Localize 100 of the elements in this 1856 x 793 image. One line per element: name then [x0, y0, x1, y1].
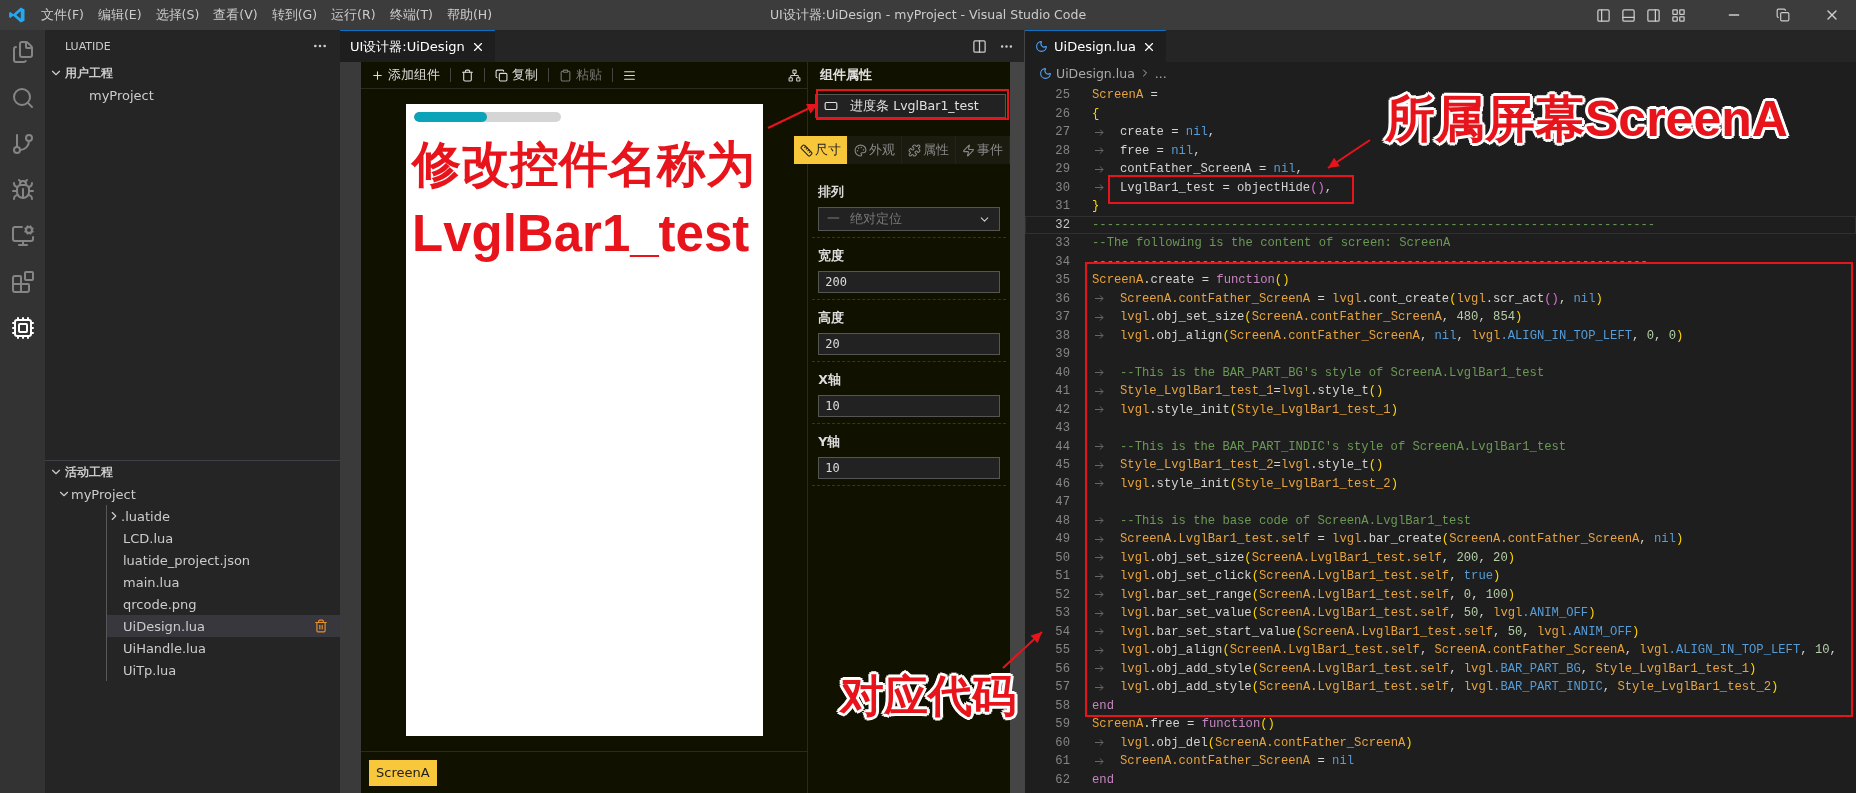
line-number: 36 — [1054, 291, 1071, 306]
code-text: end — [1092, 772, 1114, 787]
line-number: 37 — [1054, 310, 1071, 325]
code-text: ScreenA.contFather_ScreenA = lvgl.cont_create(lvgl.scr_act(), nil) — [1120, 291, 1603, 306]
layout-icon[interactable] — [1671, 7, 1686, 23]
pointer-arrow — [768, 104, 818, 128]
editor-tab[interactable]: UiDesign.lua — [1025, 30, 1166, 62]
branch-icon[interactable] — [10, 132, 35, 156]
editor-tab[interactable]: UI设计器:UiDesign — [340, 30, 495, 62]
property-tab[interactable]: 外观 — [848, 136, 903, 164]
tab-marker-icon — [1095, 313, 1104, 321]
tree-item[interactable]: UiHandle.lua — [107, 637, 340, 659]
tree-item[interactable]: myProject — [45, 483, 340, 505]
pointer-arrow — [1003, 632, 1042, 668]
trash-icon[interactable] — [314, 619, 328, 633]
panel-right-icon[interactable] — [1646, 7, 1661, 23]
monitor-icon[interactable] — [10, 224, 35, 248]
line-number: 29 — [1054, 162, 1071, 177]
line-number: 56 — [1054, 661, 1071, 676]
menu-item[interactable]: 选择(S) — [148, 6, 207, 24]
code-text: Style_LvglBar1_test_1=lvgl.style_t() — [1120, 384, 1384, 399]
line-number: 30 — [1054, 180, 1071, 195]
line-number: 53 — [1054, 606, 1071, 621]
tab-marker-icon — [1095, 554, 1104, 562]
code-text: Style_LvglBar1_test_2=lvgl.style_t() — [1120, 458, 1384, 473]
tab-marker-icon — [1095, 757, 1104, 765]
menu-item[interactable]: 转到(G) — [264, 6, 325, 24]
tree-item[interactable]: UiTp.lua — [107, 659, 340, 681]
code-text: lvgl.style_init(Style_LvglBar1_test_1) — [1120, 402, 1398, 417]
tree-item[interactable]: main.lua — [107, 571, 340, 593]
tab-marker-icon — [1095, 535, 1104, 543]
search-icon[interactable] — [10, 86, 35, 110]
ruler-icon — [800, 143, 814, 157]
copy-button[interactable]: 复制 — [491, 66, 542, 84]
line-number: 25 — [1054, 88, 1071, 103]
code-text: free = nil, — [1120, 143, 1201, 158]
menu-item[interactable]: 查看(V) — [206, 6, 265, 24]
tab-marker-icon — [1095, 165, 1104, 173]
clipboard-icon — [559, 68, 572, 82]
input-field[interactable]: 10 — [818, 395, 1001, 417]
input-field[interactable]: 200 — [818, 271, 1001, 293]
tree-item[interactable]: UiDesign.lua — [107, 615, 340, 637]
add-button[interactable]: 添加组件 — [367, 66, 444, 84]
panel-bottom-icon[interactable] — [1621, 7, 1636, 23]
line-number: 33 — [1054, 236, 1071, 251]
tree-item[interactable]: LCD.lua — [107, 527, 340, 549]
menu-item[interactable]: 编辑(E) — [90, 6, 149, 24]
chip-icon[interactable] — [10, 316, 35, 340]
code-text: lvgl.obj_add_style(ScreenA.LvglBar1_test.self, lvgl.BAR_PART_BG, Style_LvglBar1_test_1) — [1120, 661, 1757, 676]
code-text: --This is the BAR_PART_INDIC's style of ScreenA.LvglBar1_test — [1120, 439, 1567, 454]
line-number: 51 — [1054, 569, 1071, 584]
line-number: 44 — [1054, 439, 1071, 454]
hierarchy-icon[interactable] — [788, 68, 802, 82]
screen-tab[interactable]: ScreenA — [369, 759, 437, 786]
code-text: end — [1092, 698, 1114, 713]
property-tab[interactable]: 事件 — [956, 136, 1011, 164]
menu-item[interactable]: 文件(F) — [34, 6, 91, 24]
input-field[interactable]: 20 — [818, 333, 1001, 355]
menu-item[interactable]: 运行(R) — [324, 6, 383, 24]
tab-marker-icon — [1095, 443, 1104, 451]
menu-item[interactable]: 终端(T) — [382, 6, 440, 24]
code-text: lvgl.obj_align(ScreenA.LvglBar1_test.self, ScreenA.contFather_ScreenA, lvgl.ALIGN_IN_TOP_LEFT, 10, — [1120, 643, 1837, 658]
section-header[interactable]: 用户工程 — [45, 62, 340, 84]
line-number: 49 — [1054, 532, 1071, 547]
line-number: 50 — [1054, 550, 1071, 565]
tree-item[interactable]: myProject — [45, 84, 340, 106]
restore-icon[interactable] — [1776, 8, 1790, 22]
blocks-icon[interactable] — [10, 270, 35, 294]
files-icon[interactable] — [10, 40, 35, 64]
code-text: --The following is the content of screen: ScreenA — [1092, 236, 1451, 251]
breadcrumb-item[interactable]: UiDesign.lua — [1056, 65, 1135, 81]
trash-icon — [461, 68, 474, 82]
property-tab[interactable]: 属性 — [902, 136, 957, 164]
code-text: lvgl.obj_set_size(ScreenA.contFather_ScreenA, 480, 854) — [1120, 310, 1523, 325]
component-name-button[interactable]: 进度条 LvglBar1_test — [815, 94, 1007, 118]
menu-item[interactable]: 帮助(H) — [439, 6, 500, 24]
code-text: ScreenA = — [1092, 88, 1159, 103]
annotation-text: 对应代码 — [840, 672, 1016, 721]
tab-marker-icon — [1095, 591, 1104, 599]
code-text: lvgl.obj_add_style(ScreenA.LvglBar1_test.self, lvgl.BAR_PART_INDIC, Style_LvglBar1_test_2) — [1120, 680, 1779, 695]
tree-item[interactable]: qrcode.png — [107, 593, 340, 615]
line-number: 31 — [1054, 199, 1071, 214]
tree-item[interactable]: .luatide — [107, 505, 340, 527]
breadcrumb-item[interactable]: ... — [1154, 65, 1167, 81]
lines-icon — [623, 68, 636, 82]
line-number: 26 — [1054, 106, 1071, 121]
code-text: lvgl.obj_set_click(ScreenA.LvglBar1_test.self, true) — [1120, 569, 1501, 584]
code-text: lvgl.obj_set_size(ScreenA.LvglBar1_test.self, 200, 20) — [1120, 550, 1516, 565]
bug-icon[interactable] — [10, 178, 35, 202]
input-field[interactable]: 10 — [818, 457, 1001, 479]
line-number: 59 — [1054, 717, 1071, 732]
section-header[interactable]: 活动工程 — [45, 461, 340, 483]
tab-marker-icon — [1095, 184, 1104, 192]
property-tab[interactable]: 尺寸 — [794, 136, 849, 164]
line-number: 62 — [1054, 772, 1071, 787]
panel-left-icon[interactable] — [1596, 7, 1611, 23]
tree-item[interactable]: luatide_project.json — [107, 549, 340, 571]
line-number: 32 — [1054, 217, 1071, 232]
split-editor-icon[interactable] — [972, 38, 987, 54]
tab-marker-icon — [1095, 147, 1104, 155]
